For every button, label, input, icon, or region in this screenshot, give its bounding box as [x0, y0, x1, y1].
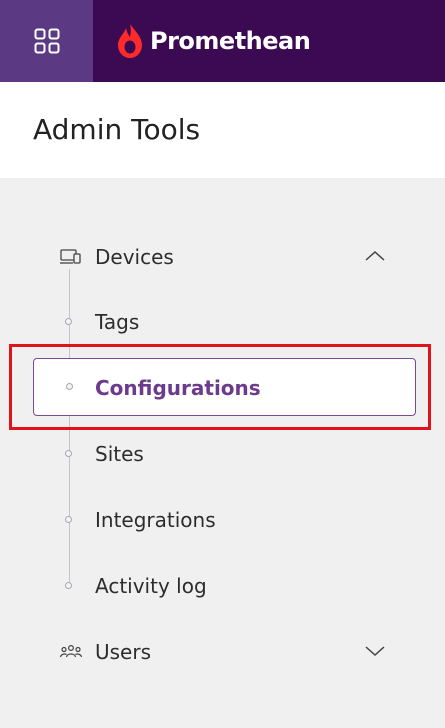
grid-icon [34, 28, 59, 54]
devices-icon [60, 249, 81, 264]
nav-item-label: Sites [95, 442, 144, 466]
users-icon [59, 644, 83, 658]
nav-item-label: Tags [95, 310, 140, 334]
tree-node-dot [65, 582, 72, 589]
nav-devices-label: Devices [95, 245, 174, 269]
chevron-down-icon[interactable] [364, 644, 386, 658]
top-bar: Promethean [0, 0, 445, 82]
app-launcher-button[interactable] [0, 0, 93, 82]
page-title: Admin Tools [33, 113, 201, 146]
tree-node-dot [65, 450, 72, 457]
tree-node-dot [65, 318, 72, 325]
brand-name: Promethean [150, 27, 311, 55]
nav-item-activity-log[interactable]: Activity log [33, 566, 416, 606]
nav-users-label: Users [95, 640, 152, 664]
tree-node-dot [66, 383, 73, 390]
nav-item-label: Integrations [95, 508, 216, 532]
nav-item-label: Configurations [95, 376, 261, 400]
chevron-up-icon[interactable] [364, 249, 386, 263]
brand-logo[interactable]: Promethean [116, 0, 311, 82]
nav-users[interactable]: Users [33, 632, 416, 672]
tree-node-dot [65, 516, 72, 523]
nav-item-configurations[interactable]: Configurations [33, 358, 416, 416]
flame-icon [118, 24, 142, 58]
nav-item-tags[interactable]: Tags [33, 302, 416, 342]
nav-item-label: Activity log [95, 574, 207, 598]
nav-item-integrations[interactable]: Integrations [33, 500, 416, 540]
nav-item-sites[interactable]: Sites [33, 434, 416, 474]
nav-devices[interactable]: Devices [33, 237, 416, 277]
